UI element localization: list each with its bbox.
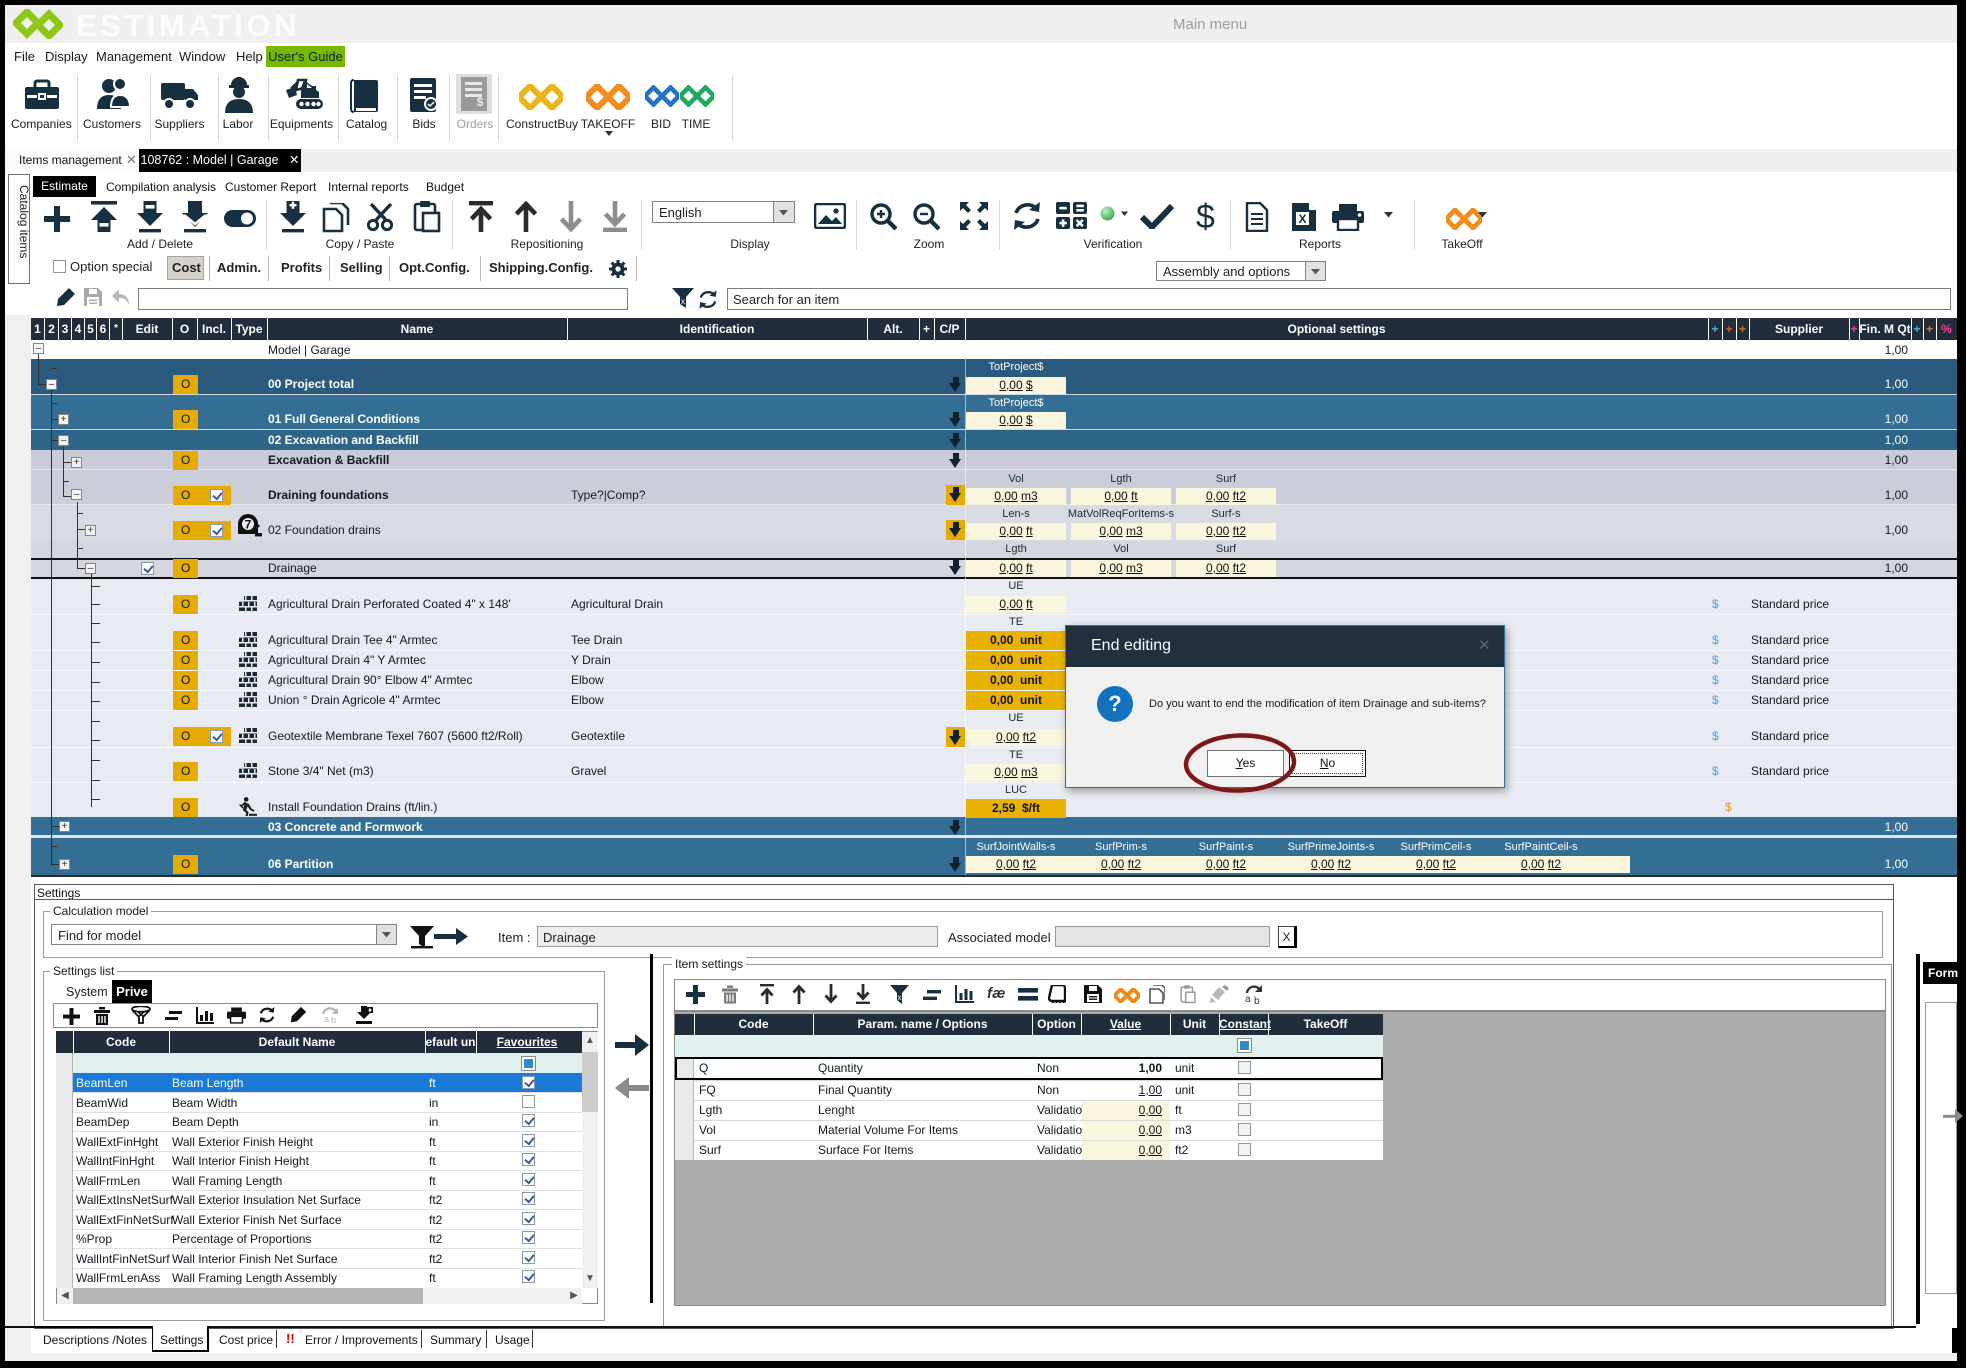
- svg-text:a: a: [1245, 994, 1251, 1004]
- svg-text:b: b: [331, 1015, 336, 1024]
- svg-text:7: 7: [245, 518, 252, 532]
- svg-text:X: X: [1298, 212, 1306, 226]
- svg-text:x: x: [681, 297, 685, 306]
- svg-text:b: b: [1254, 996, 1260, 1004]
- svg-text:x: x: [898, 993, 902, 1002]
- svg-text:a: a: [324, 1014, 329, 1024]
- svg-text:$: $: [477, 95, 484, 109]
